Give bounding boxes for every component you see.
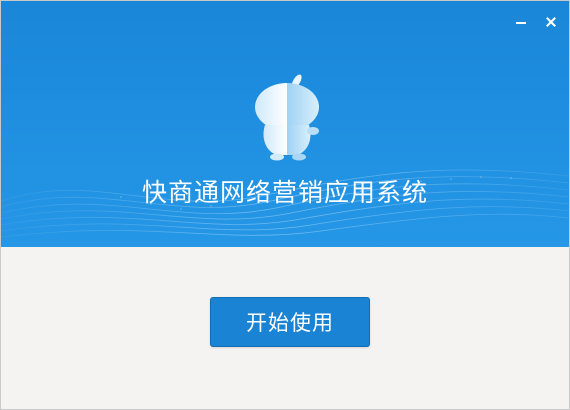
minimize-icon xyxy=(516,22,526,24)
app-title: 快商通网络营销应用系统 xyxy=(141,178,428,207)
app-window: 快商通网络营销应用系统 开始使用 xyxy=(0,0,570,410)
start-button[interactable]: 开始使用 xyxy=(210,297,370,347)
close-button[interactable] xyxy=(543,14,559,30)
header-banner: 快商通网络营销应用系统 xyxy=(1,1,569,247)
minimize-button[interactable] xyxy=(513,14,529,30)
mascot-logo-icon xyxy=(255,74,319,161)
window-controls xyxy=(513,14,559,30)
